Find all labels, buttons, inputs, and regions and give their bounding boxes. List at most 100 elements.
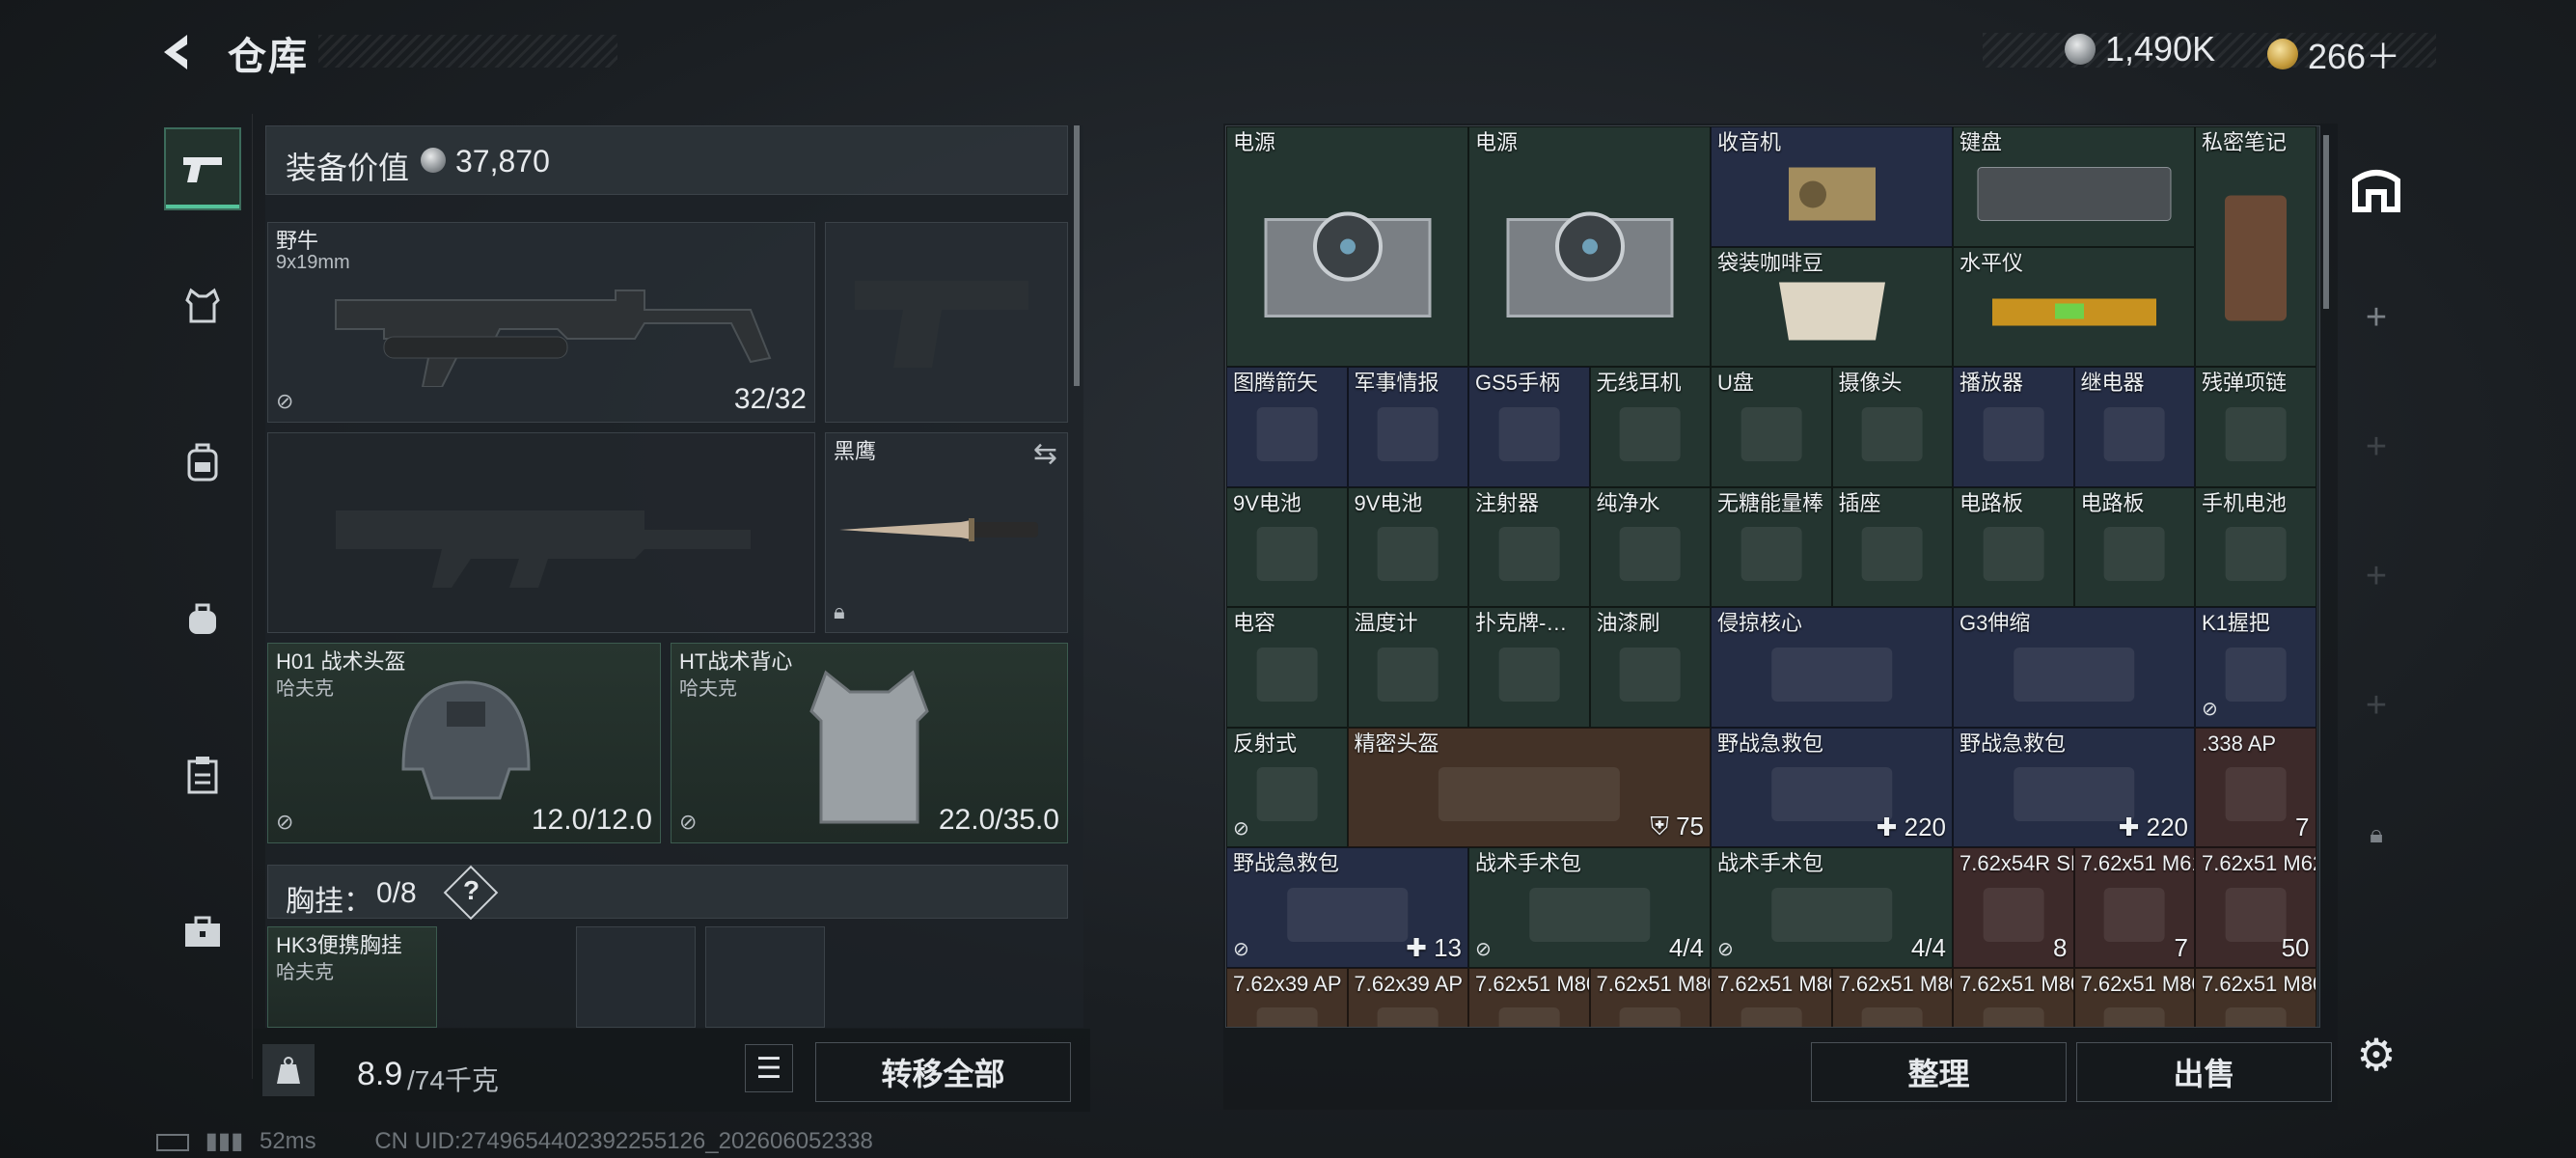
storage-item[interactable]: 7.62x51 M80 (1831, 967, 1953, 1027)
chest-rig-slot[interactable]: HK3便携胸挂 哈夫克 (267, 926, 437, 1028)
storage-item[interactable]: 温度计 (1347, 607, 1468, 728)
storage-item[interactable]: G3伸缩 (1953, 607, 2195, 728)
gold-currency[interactable]: 266＋ (2267, 29, 2400, 79)
rail-armor-tab[interactable] (164, 264, 241, 347)
item-name: 精密头盔 (1354, 731, 1439, 756)
helmet-slot[interactable]: H01 战术头盔 哈夫克 ⊘ 12.0/12.0 (267, 643, 661, 843)
silver-currency[interactable]: 1,490K (2065, 29, 2215, 69)
vest-slot[interactable]: HT战术背心 哈夫克 ⊘ 22.0/35.0 (671, 643, 1068, 843)
storage-item[interactable]: 无线耳机 (1589, 367, 1711, 487)
storage-item[interactable]: 摄像头 (1831, 367, 1953, 487)
storage-item[interactable]: 7.62x51 M80 (1711, 967, 1832, 1027)
item-image (1770, 887, 1893, 942)
vest-durability: 22.0/35.0 (938, 804, 1059, 836)
storage-item[interactable]: 电路板 (1953, 486, 2074, 607)
rail-toolbox-tab[interactable] (164, 890, 241, 973)
storage-item[interactable]: 野战急救包 ✚ 13 ⊘ (1226, 847, 1468, 968)
rail-weapons-tab[interactable] (164, 127, 241, 210)
storage-item[interactable]: 7.62x39 AP (1347, 967, 1468, 1027)
storage-item[interactable]: 电路板 (2073, 486, 2195, 607)
add-page-button[interactable]: + (2333, 413, 2420, 481)
storage-item[interactable]: 残弹项链 (2195, 367, 2316, 487)
storage-item[interactable]: 7.62x39 AP (1226, 967, 1348, 1027)
storage-item[interactable]: 精密头盔 ⛨ 75 (1347, 727, 1711, 847)
rail-backpack-tab[interactable] (164, 421, 241, 504)
storage-item[interactable]: 7.62x51 M61 7 (2073, 847, 2195, 968)
item-name: 7.62x51 M80 (1475, 971, 1590, 996)
add-page-button[interactable]: + (2333, 284, 2420, 351)
sell-button[interactable]: 出售 (2076, 1042, 2332, 1102)
storage-item[interactable]: 野战急救包 ✚ 220 (1711, 727, 1953, 847)
storage-item[interactable]: 图腾箭矢 (1226, 367, 1348, 487)
storage-item[interactable]: U盘 (1711, 367, 1832, 487)
storage-item[interactable]: 袋装咖啡豆 (1711, 246, 1953, 367)
equipment-scrollbar[interactable] (1074, 125, 1080, 386)
storage-item[interactable]: 7.62x51 M80 (1589, 967, 1711, 1027)
storage-item[interactable]: 野战急救包 ✚ 220 (1953, 727, 2195, 847)
rail-case-tab[interactable] (164, 733, 241, 816)
storage-item[interactable]: 侵掠核心 (1711, 607, 1953, 728)
pistol-slot[interactable] (825, 222, 1068, 423)
storage-item[interactable]: K1握把 ⊘ (2195, 607, 2316, 728)
storage-grid[interactable]: 电源 电源 收音机 键盘 私密笔记 袋装咖啡豆 水平仪 图腾箭矢 军事情报 GS5手柄 无线耳机 U盘… (1225, 125, 2320, 1028)
secondary-weapon-slot[interactable] (267, 432, 815, 633)
storage-item[interactable]: 插座 (1831, 486, 1953, 607)
storage-item[interactable]: 7.62x51 M62 50 (2195, 847, 2316, 968)
item-image (2225, 887, 2287, 942)
storage-item[interactable]: 电源 (1468, 126, 1711, 367)
item-name: 7.62x51 M61 (2080, 851, 2195, 875)
storage-item[interactable]: 7.62x51 M80 (2073, 967, 2195, 1027)
item-image (1377, 1007, 1439, 1027)
transfer-all-button[interactable]: 转移全部 (815, 1042, 1071, 1102)
storage-item[interactable]: 战术手术包 4/4 ⊘ (1711, 847, 1953, 968)
storage-item[interactable]: 战术手术包 4/4 ⊘ (1468, 847, 1711, 968)
storage-item[interactable]: GS5手柄 (1468, 367, 1590, 487)
storage-item[interactable]: 电源 (1226, 126, 1468, 367)
storage-scrollbar[interactable] (2323, 135, 2329, 309)
storage-item[interactable]: 纯净水 (1589, 486, 1711, 607)
settings-button[interactable]: ⚙ (2333, 1021, 2420, 1089)
storage-item[interactable]: 私密笔记 (2195, 126, 2316, 367)
rail-pouch-tab[interactable] (164, 577, 241, 660)
storage-item[interactable]: .338 AP 7 (2195, 727, 2316, 847)
storage-item[interactable]: 反射式 ⊘ (1226, 727, 1348, 847)
add-page-button[interactable]: + (2333, 542, 2420, 610)
storage-item[interactable]: 7.62x51 M80 (1953, 967, 2074, 1027)
storage-item[interactable]: 军事情报 (1347, 367, 1468, 487)
storage-home-tab[interactable] (2333, 154, 2420, 222)
item-image (1498, 406, 1560, 461)
swap-icon[interactable]: ⇆ (1033, 437, 1057, 471)
storage-item[interactable]: 7.62x51 M80 (2195, 967, 2316, 1027)
rig-pocket-slot[interactable] (576, 926, 696, 1028)
storage-item[interactable]: 无糖能量棒 (1711, 486, 1832, 607)
plus-icon: ✚ (1406, 932, 1435, 962)
no-insure-icon: ⊘ (276, 389, 294, 413)
storage-item[interactable]: 键盘 (1953, 126, 2195, 247)
storage-item[interactable]: 9V电池 (1226, 486, 1348, 607)
sort-button[interactable]: 整理 (1811, 1042, 2067, 1102)
add-page-button[interactable]: + (2333, 672, 2420, 739)
item-name: 7.62x51 M80 (1717, 971, 1832, 996)
storage-item[interactable]: 播放器 (1953, 367, 2074, 487)
storage-item[interactable]: 7.62x54R SNB 8 (1953, 847, 2074, 968)
locked-page[interactable]: 🔒︎ (2333, 801, 2420, 868)
primary-weapon-slot[interactable]: 野牛 9x19mm ⊘ 32/32 (267, 222, 815, 423)
storage-item[interactable]: 扑克牌-… (1468, 607, 1590, 728)
storage-item[interactable]: 油漆刷 (1589, 607, 1711, 728)
rig-pocket-slot[interactable] (705, 926, 825, 1028)
back-button[interactable] (154, 29, 201, 75)
storage-item[interactable]: 继电器 (2073, 367, 2195, 487)
storage-item[interactable]: 9V电池 (1347, 486, 1468, 607)
no-insure-icon: ⊘ (2202, 698, 2218, 720)
melee-slot[interactable]: 黑鹰 ⇆ 🔒︎ (825, 432, 1068, 633)
plus-icon: + (2365, 684, 2388, 726)
list-view-button[interactable]: ☰ (745, 1044, 793, 1092)
storage-item[interactable]: 电容 (1226, 607, 1348, 728)
storage-item[interactable]: 注射器 (1468, 486, 1590, 607)
storage-item[interactable]: 收音机 (1711, 126, 1953, 247)
storage-item[interactable]: 7.62x51 M80 (1468, 967, 1590, 1027)
chest-rig-bar: 胸挂： 0/8 ? (267, 865, 1068, 921)
item-name: K1握把 (2202, 611, 2270, 635)
storage-item[interactable]: 水平仪 (1953, 246, 2195, 367)
storage-item[interactable]: 手机电池 (2195, 486, 2316, 607)
